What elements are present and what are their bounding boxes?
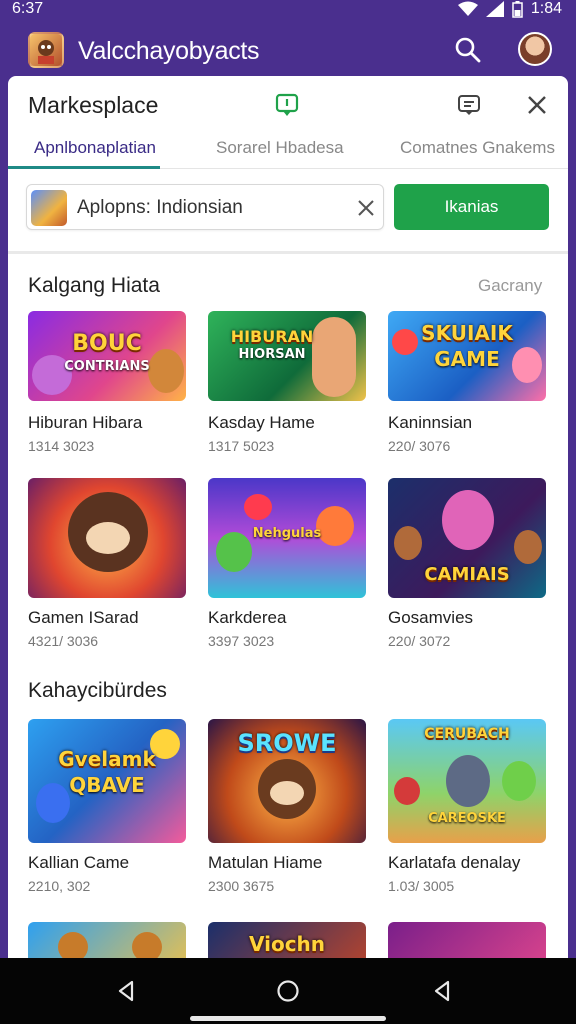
- game-name: Hiburan Hibara: [28, 413, 143, 432]
- tab-bar: Apnlbonaplatian Sorarel Hbadesa Comatnes…: [8, 134, 568, 174]
- game-tile[interactable]: Nehgulas Karkderea 3397 3023: [208, 478, 368, 649]
- game-tile[interactable]: BOUC CONTRIANS Hiburan Hibara 1314 3023: [28, 311, 188, 454]
- game-name: Gamen ISarad: [28, 608, 139, 627]
- app-title: Valcchayobyacts: [78, 37, 260, 65]
- signal-icon: [485, 1, 504, 17]
- active-tab-indicator: [8, 166, 160, 169]
- game-logo-icon[interactable]: [28, 32, 64, 68]
- back-icon[interactable]: [114, 978, 140, 1004]
- game-meta: 4321/ 3036: [28, 633, 99, 649]
- game-name: Kasday Hame: [208, 413, 315, 432]
- see-all-link[interactable]: Gacrany: [478, 276, 542, 296]
- game-thumbnail: [28, 478, 186, 598]
- game-meta: 3397 3023: [208, 633, 275, 649]
- section-title: Kahaycibürdes: [28, 679, 167, 702]
- clear-icon[interactable]: [355, 197, 377, 219]
- game-tile[interactable]: SROWE Matulan Hiame 2300 3675: [208, 719, 368, 894]
- tile-art-title: HIBURAN: [230, 327, 314, 346]
- panel-header: Markesplace: [8, 76, 568, 134]
- game-tile[interactable]: CERUBACH CAREOSKE Karlatafa denalay 1.03…: [388, 719, 548, 894]
- game-name: Matulan Hiame: [208, 853, 323, 872]
- wifi-icon: [457, 1, 478, 16]
- game-meta: 220/ 3072: [388, 633, 451, 649]
- status-icons: 1:84: [457, 0, 562, 18]
- tile-art-title: CAMIAIS: [424, 564, 510, 585]
- game-meta: 2300 3675: [208, 878, 275, 894]
- game-name: Kallian Came: [28, 853, 130, 872]
- game-thumbnail: SROWE: [208, 719, 366, 843]
- message-icon[interactable]: [456, 92, 482, 118]
- tab-sorarel-hbadesa[interactable]: Sorarel Hbadesa: [216, 138, 344, 158]
- game-name: Kaninnsian: [388, 413, 473, 432]
- tile-art-title: BOUC: [72, 331, 142, 356]
- search-row: Ikanias: [8, 176, 568, 240]
- game-meta: 1314 3023: [28, 438, 95, 454]
- section-divider: [8, 251, 568, 254]
- battery-icon: [512, 0, 523, 18]
- recents-icon[interactable]: [430, 978, 456, 1004]
- game-tile[interactable]: Gamen ISarad 4321/ 3036: [28, 478, 188, 649]
- tile-art-title: SROWE: [237, 729, 337, 757]
- tab-apnlbonaplatian[interactable]: Apnlbonaplatian: [34, 138, 156, 158]
- tile-art-subtitle: QBAVE: [69, 773, 145, 797]
- tile-art-subtitle: Nehgulas: [252, 526, 322, 541]
- tile-art-title: CERUBACH: [424, 726, 510, 742]
- game-tile[interactable]: Gvelamk QBAVE Kallian Came 2210, 302: [28, 719, 188, 894]
- game-name: Karkderea: [208, 608, 287, 627]
- avatar[interactable]: [518, 32, 552, 66]
- tile-art-title: Viochn: [248, 932, 326, 956]
- app-bar: Valcchayobyacts: [0, 22, 576, 80]
- game-meta: 220/ 3076: [388, 438, 451, 454]
- game-tile[interactable]: CAMIAIS Gosamvies 220/ 3072: [388, 478, 548, 649]
- status-time: 6:37: [12, 0, 44, 17]
- game-meta: 1.03/ 3005: [388, 878, 455, 894]
- game-thumbnail: CAMIAIS: [388, 478, 546, 598]
- search-field[interactable]: [26, 184, 384, 230]
- tile-art-subtitle: CAREOSKE: [428, 811, 506, 826]
- search-icon[interactable]: [454, 36, 482, 64]
- game-meta: 1317 5023: [208, 438, 275, 454]
- page-title: Markesplace: [28, 92, 159, 118]
- game-thumbnail: SKUIAIK GAME: [388, 311, 546, 401]
- tile-art-title: SKUIAIK: [421, 321, 513, 345]
- home-icon[interactable]: [275, 978, 301, 1004]
- gesture-pill[interactable]: [190, 1016, 386, 1021]
- game-name: Karlatafa denalay: [388, 853, 521, 872]
- status-secondary-time: 1:84: [530, 0, 562, 17]
- game-tile[interactable]: HIBURAN HIORSAN Kasday Hame 1317 5023: [208, 311, 368, 454]
- marketplace-panel: Markesplace Apnlbonaplatian Sorarel Hbad…: [8, 76, 568, 966]
- section-title: Kalgang Hiata: [28, 274, 160, 297]
- tile-art-subtitle: GAME: [434, 347, 500, 371]
- tab-comatnes-gnakems[interactable]: Comatnes Gnakems: [400, 138, 555, 158]
- search-button[interactable]: Ikanias: [394, 184, 549, 230]
- chat-download-icon[interactable]: [274, 92, 300, 118]
- close-icon[interactable]: [524, 92, 550, 118]
- game-thumbnail: Nehgulas: [208, 478, 366, 598]
- tile-art-title: Gvelamk: [58, 747, 156, 771]
- game-thumbnail: HIBURAN HIORSAN: [208, 311, 366, 401]
- game-name: Gosamvies: [388, 608, 474, 627]
- game-thumbnail: CERUBACH CAREOSKE: [388, 719, 546, 843]
- status-bar: 6:37 1:84: [0, 0, 576, 22]
- system-nav-bar: [0, 958, 576, 1024]
- tile-art-subtitle: CONTRIANS: [64, 359, 150, 374]
- search-input[interactable]: [77, 197, 347, 219]
- game-tile[interactable]: SKUIAIK GAME Kaninnsian 220/ 3076: [388, 311, 548, 454]
- game-thumbnail: BOUC CONTRIANS: [28, 311, 186, 401]
- search-game-thumbnail: [31, 190, 67, 226]
- game-meta: 2210, 302: [28, 878, 91, 894]
- tile-art-subtitle: HIORSAN: [238, 347, 306, 362]
- game-thumbnail: Gvelamk QBAVE: [28, 719, 186, 843]
